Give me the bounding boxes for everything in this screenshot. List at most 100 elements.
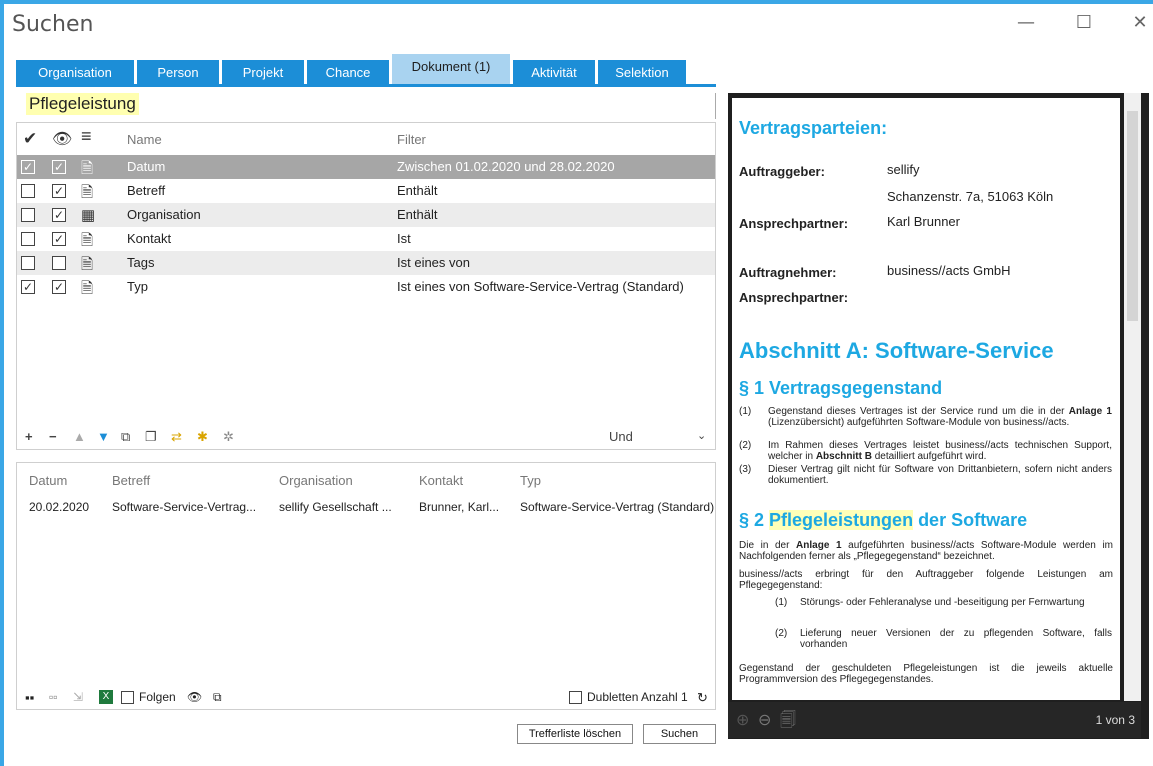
results-header-kontakt: Kontakt	[419, 473, 464, 488]
duplicates-checkbox[interactable]	[569, 691, 582, 704]
search-input[interactable]: Pflegeleistung	[16, 93, 716, 119]
filter-row[interactable]: ✓ ✓ 🗎 Datum Zwischen 01.02.2020 und 28.0…	[17, 155, 715, 179]
results-grid: Datum Betreff Organisation Kontakt Typ 2…	[16, 462, 716, 710]
grid-large-icon[interactable]: ▪▪	[25, 690, 34, 705]
page-down-icon[interactable]: ⊖	[758, 710, 771, 730]
filter-toolbar: + − ▲ ▼ ⧉ ❐ ⇄ ✱ ✲ Und ⌄	[17, 425, 715, 449]
p1-item-text: Gegenstand dieses Vertrages ist der Serv…	[768, 406, 1112, 428]
find-in-document-icon[interactable]: 🗐	[780, 709, 796, 736]
move-up-icon[interactable]: ▲	[73, 429, 86, 444]
visible-checkbox[interactable]: ✓	[52, 280, 66, 294]
clear-results-button[interactable]: Trefferliste löschen	[517, 724, 633, 744]
scrollbar-thumb[interactable]	[1127, 111, 1138, 321]
results-header-datum: Datum	[29, 473, 68, 488]
clear-star-icon[interactable]: ✲	[223, 429, 234, 445]
preview-scrollbar[interactable]	[1124, 93, 1141, 701]
logic-select[interactable]: Und	[609, 429, 633, 444]
client-name: sellify	[887, 162, 920, 177]
filter-row[interactable]: 🗎 Tags Ist eines von	[17, 251, 715, 275]
page-up-icon[interactable]: ⊕	[736, 710, 749, 730]
filter-row-name: Betreff	[127, 183, 166, 198]
contact-label: Ansprechpartner:	[739, 216, 849, 231]
follow-checkbox[interactable]	[121, 691, 134, 704]
active-checkbox[interactable]	[21, 232, 35, 246]
active-checkbox[interactable]	[21, 184, 35, 198]
filter-row-name: Kontakt	[127, 231, 172, 246]
remove-icon[interactable]: −	[49, 429, 57, 444]
window-title: Suchen	[12, 12, 94, 37]
visible-checkbox[interactable]: ✓	[52, 160, 66, 174]
excel-icon[interactable]: X	[99, 690, 113, 704]
active-checkbox[interactable]	[21, 208, 35, 222]
grid-small-icon[interactable]: ▫▫	[49, 690, 58, 704]
result-cell-organisation[interactable]: sellify Gesellschaft ...	[279, 500, 392, 514]
add-icon[interactable]: +	[25, 429, 33, 444]
filter-row-filter[interactable]: Enthält	[397, 183, 437, 198]
minimize-button[interactable]: —	[1014, 12, 1038, 33]
search-button[interactable]: Suchen	[643, 724, 716, 744]
popout-icon[interactable]: ⧉	[213, 690, 222, 705]
visible-checkbox[interactable]: ✓	[52, 184, 66, 198]
export-icon[interactable]: ⇲	[73, 690, 83, 704]
visible-checkbox[interactable]	[52, 256, 66, 270]
p1-item-text: Dieser Vertrag gilt nicht für Software v…	[768, 464, 1112, 486]
filter-row-name: Tags	[127, 255, 155, 270]
duplicates-label: Dubletten	[587, 690, 639, 704]
p2-item-num: (2)	[775, 628, 788, 639]
filter-row[interactable]: ✓ ✓ 🗎 Typ Ist eines von Software-Service…	[17, 275, 715, 299]
move-down-icon[interactable]: ▼	[97, 429, 110, 444]
filter-row[interactable]: ✓ 🗎 Kontakt Ist	[17, 227, 715, 251]
active-checkbox[interactable]: ✓	[21, 160, 35, 174]
tab-person[interactable]: Person	[137, 60, 219, 84]
result-cell-datum[interactable]: 20.02.2020	[29, 500, 89, 514]
filter-row-filter[interactable]: Ist	[397, 231, 411, 246]
refresh-icon[interactable]: ↻	[697, 690, 708, 706]
copy-icon[interactable]: ❐	[145, 429, 157, 445]
active-checkbox[interactable]	[21, 256, 35, 270]
tab-underline	[16, 84, 716, 87]
tab-dokument[interactable]: Dokument (1)	[392, 54, 510, 84]
filter-row-name: Datum	[127, 159, 166, 174]
section-heading: Abschnitt A: Software-Service	[739, 338, 1054, 363]
filter-row-filter[interactable]: Ist eines von	[397, 255, 470, 270]
filter-row-filter[interactable]: Ist eines von Software-Service-Vertrag (…	[397, 279, 684, 294]
visible-checkbox[interactable]: ✓	[52, 232, 66, 246]
chevron-down-icon[interactable]: ⌄	[697, 429, 706, 442]
tab-aktivitaet[interactable]: Aktivität	[513, 60, 595, 84]
p1-item-num: (2)	[739, 440, 752, 451]
filter-row[interactable]: ✓ ▦ Organisation Enthält	[17, 203, 715, 227]
tab-selektion[interactable]: Selektion	[598, 60, 686, 84]
filter-row-filter[interactable]: Enthält	[397, 207, 437, 222]
paragraph2-heading: § 2 Pflegeleistungen der Software	[739, 510, 1028, 530]
result-cell-typ[interactable]: Software-Service-Vertrag (Standard)	[520, 500, 714, 514]
contractor-label: Auftragnehmer:	[739, 265, 837, 280]
active-checkbox[interactable]: ✓	[21, 280, 35, 294]
filter-row-filter[interactable]: Zwischen 01.02.2020 und 28.02.2020	[397, 159, 615, 174]
p2-item-text: Störungs- oder Fehleranalyse und -beseit…	[800, 597, 1085, 608]
results-header-betreff: Betreff	[112, 473, 151, 488]
filter-header-filter: Filter	[397, 132, 426, 147]
follow-label: Folgen	[139, 690, 176, 704]
document-icon: 🗎	[81, 280, 94, 297]
results-toolbar: ▪▪ ▫▫ ⇲ X Folgen 👁 ⧉ Dubletten Anzahl 1 …	[17, 688, 715, 708]
group-icon[interactable]: ⧉	[121, 429, 130, 445]
arrows-icon[interactable]: ⇄	[171, 429, 182, 445]
filter-row[interactable]: ✓ 🗎 Betreff Enthält	[17, 179, 715, 203]
close-button[interactable]: ✕	[1128, 12, 1152, 33]
contact2-label: Ansprechpartner:	[739, 290, 849, 305]
filter-header-name: Name	[127, 132, 162, 147]
contractor-name: business//acts GmbH	[887, 263, 1011, 278]
add-star-icon[interactable]: ✱	[197, 429, 208, 445]
result-cell-kontakt[interactable]: Brunner, Karl...	[419, 500, 499, 514]
result-cell-betreff[interactable]: Software-Service-Vertrag...	[112, 500, 256, 514]
building-icon: ▦	[81, 207, 96, 224]
eye-icon[interactable]: 👁	[187, 690, 202, 704]
p2-item-text: Lieferung neuer Versionen der zu pflegen…	[800, 628, 1112, 650]
tab-projekt[interactable]: Projekt	[222, 60, 304, 84]
filter-grid: ✔ 👁 ≡ Name Filter ✓ ✓ 🗎 Datum Zwischen 0…	[16, 122, 716, 450]
tab-organisation[interactable]: Organisation	[16, 60, 134, 84]
tab-chance[interactable]: Chance	[307, 60, 389, 84]
maximize-button[interactable]: ☐	[1072, 12, 1096, 33]
visible-checkbox[interactable]: ✓	[52, 208, 66, 222]
lines-column-icon: ≡	[81, 126, 92, 146]
